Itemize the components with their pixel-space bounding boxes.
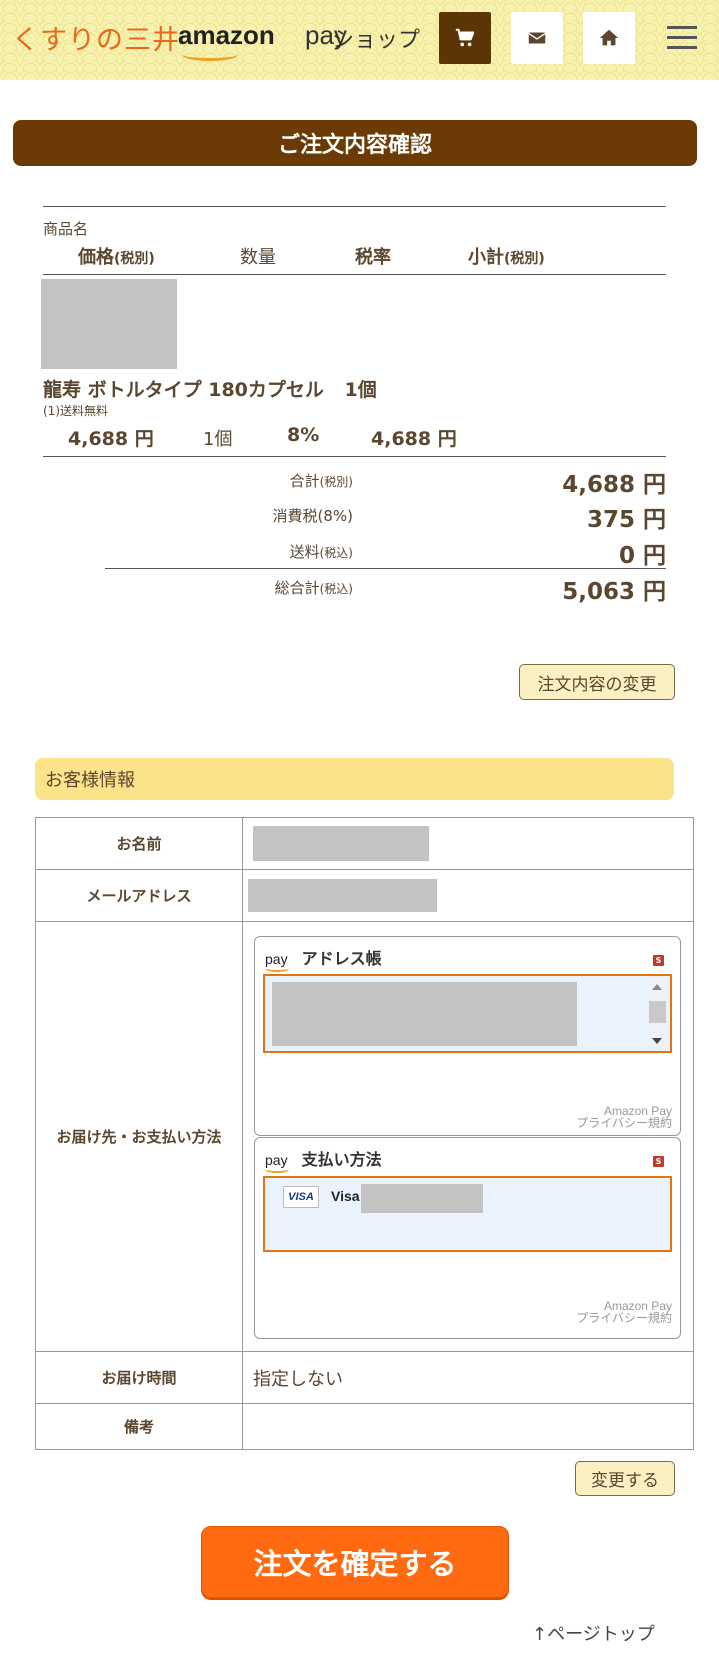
payment-widget-footer: Amazon Pay プライバシー規約	[576, 1300, 672, 1324]
grand-total-value: 5,063 円	[562, 579, 666, 605]
visa-card-icon: VISA	[283, 1186, 319, 1208]
order-confirm-title: ご注文内容確認	[13, 120, 697, 166]
total-label-text: 合計	[289, 472, 320, 490]
shipping-label-text: 送料	[289, 543, 320, 561]
payment-select-box[interactable]: VISA Visa	[263, 1176, 672, 1252]
payment-method-header: pay 支払い方法	[265, 1146, 382, 1170]
col-quantity: 数量	[240, 247, 276, 268]
col-subtotal: 小計(税別)	[468, 243, 545, 269]
email-value-redacted	[248, 879, 437, 912]
mail-button[interactable]	[511, 12, 563, 64]
shipping-note: (1)送料無料	[43, 404, 108, 418]
payment-method-widget: pay 支払い方法 S VISA Visa Amazon Pay プライバシー規約	[254, 1137, 681, 1339]
col-price-note: (税別)	[114, 251, 155, 267]
col-product-name: 商品名	[43, 220, 89, 238]
tax-value: 375 円	[586, 507, 666, 533]
card-name: Visa	[331, 1188, 360, 1204]
cart-icon	[455, 28, 475, 47]
shipping-label: 送料(税込)	[180, 541, 353, 562]
delivery-time-label: お届け時間	[35, 1351, 243, 1404]
cart-button[interactable]	[439, 12, 491, 64]
change-order-button[interactable]: 注文内容の変更	[519, 664, 675, 700]
change-customer-info-button[interactable]: 変更する	[575, 1461, 675, 1496]
scroll-thumb[interactable]	[649, 1001, 666, 1023]
scroll-down-icon[interactable]	[652, 1038, 662, 1044]
shop-logo: ショップ	[332, 28, 421, 53]
product-name[interactable]: 龍寿 ボトルタイプ 180カプセル	[43, 379, 324, 401]
home-button[interactable]	[583, 12, 635, 64]
address-widget-footer: Amazon Pay プライバシー規約	[576, 1105, 672, 1129]
address-book-title: アドレス帳	[301, 949, 382, 968]
store-logo[interactable]: くすりの三井	[12, 18, 180, 57]
privacy-link[interactable]: プライバシー規約	[576, 1312, 672, 1324]
total-label-note: (税別)	[319, 475, 353, 489]
payment-method-title: 支払い方法	[301, 1150, 382, 1169]
shipping-value: 0 円	[618, 543, 666, 569]
email-value-cell	[242, 869, 694, 922]
total-value: 4,688 円	[562, 472, 666, 498]
col-price-label: 価格	[78, 247, 114, 268]
amazon-pay-small-logo: pay	[265, 951, 288, 967]
total-label: 合計(税別)	[180, 470, 353, 491]
secure-badge-icon: S	[653, 955, 664, 966]
scroll-up-icon[interactable]	[652, 984, 662, 990]
secure-badge-icon: S	[653, 1156, 664, 1167]
address-book-header: pay アドレス帳	[265, 945, 382, 969]
delivery-payment-label: お届け先・お支払い方法	[35, 921, 243, 1352]
item-price: 4,688 円	[68, 428, 154, 450]
col-subtotal-note: (税別)	[504, 251, 545, 267]
mail-icon	[528, 32, 546, 44]
shipping-label-note: (税込)	[319, 546, 353, 560]
col-tax-rate: 税率	[355, 247, 391, 268]
address-select-box[interactable]	[263, 974, 672, 1053]
product-image[interactable]	[41, 279, 177, 369]
notes-value-cell	[242, 1403, 694, 1450]
tax-label: 消費税(8%)	[180, 505, 353, 526]
email-label: メールアドレス	[35, 869, 243, 922]
confirm-order-button[interactable]: 注文を確定する	[201, 1526, 509, 1598]
col-subtotal-label: 小計	[468, 247, 504, 268]
hamburger-menu-icon[interactable]	[660, 20, 704, 56]
notes-label: 備考	[35, 1403, 243, 1450]
name-label: お名前	[35, 817, 243, 870]
site-header: くすりの三井 amazon pay ショップ	[0, 0, 719, 80]
amazon-pay-small-logo: pay	[265, 1152, 288, 1168]
customer-info-title: お客様情報	[35, 758, 674, 800]
card-number-redacted	[361, 1184, 483, 1213]
name-value-cell	[242, 817, 694, 870]
home-icon	[599, 29, 619, 46]
amazon-logo: amazon	[178, 20, 275, 50]
name-value-redacted	[253, 826, 429, 861]
address-book-widget: pay アドレス帳 S Amazon Pay プライバシー規約	[254, 936, 681, 1136]
grand-total-label-text: 総合計	[274, 579, 320, 597]
grand-total-label-note: (税込)	[319, 582, 353, 596]
tax-label-text: 消費税(8%)	[272, 507, 353, 525]
page-top-link[interactable]: ↑ページトップ	[532, 1620, 655, 1646]
address-scrollbar[interactable]	[648, 978, 666, 1049]
product-qty-inline: 1個	[344, 379, 377, 401]
address-redacted	[272, 982, 577, 1046]
grand-total-label: 総合計(税込)	[180, 577, 353, 598]
privacy-link[interactable]: プライバシー規約	[576, 1117, 672, 1129]
product-name-line: 龍寿 ボトルタイプ 180カプセル 1個	[43, 375, 377, 402]
item-subtotal: 4,688 円	[371, 428, 457, 450]
amazon-smile-icon	[182, 48, 238, 61]
delivery-time-cell: 指定しない	[242, 1351, 694, 1404]
item-tax-rate: 8%	[287, 424, 320, 446]
col-price: 価格(税別)	[78, 243, 155, 269]
item-qty: 1個	[203, 429, 233, 450]
delivery-time-value: 指定しない	[253, 1368, 343, 1390]
